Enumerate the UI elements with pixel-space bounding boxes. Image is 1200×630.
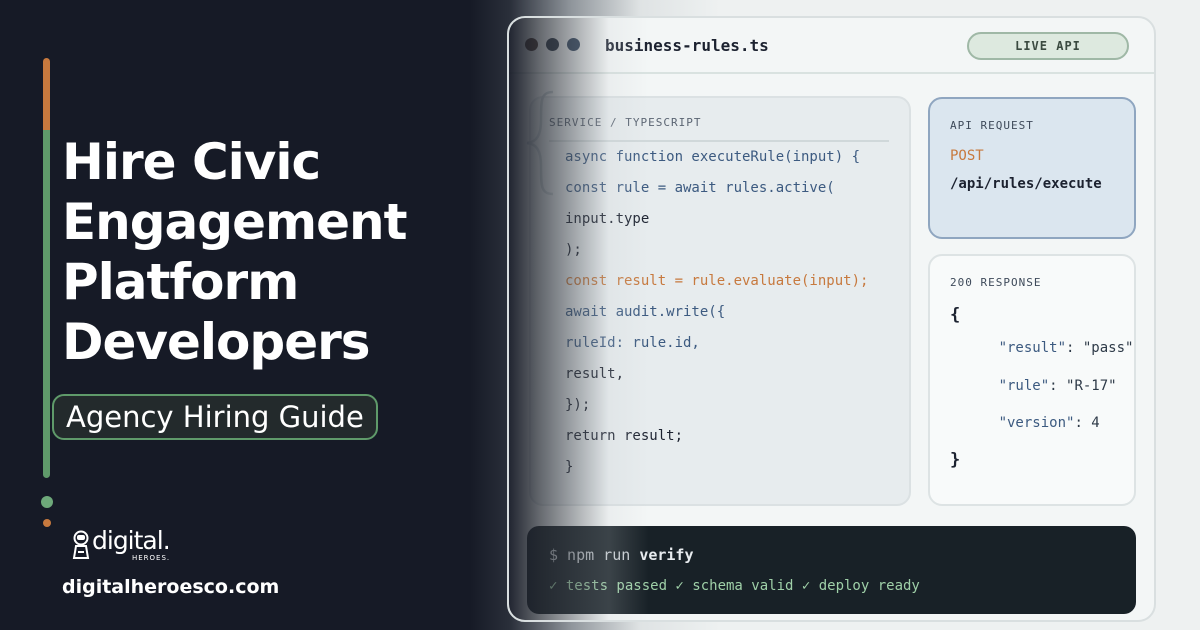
code-header-divider [549,140,889,142]
accent-bar-orange [43,58,50,130]
response-value: : "pass" [1066,340,1134,356]
http-method: POST [950,148,984,164]
response-key: "result" [998,340,1067,356]
terminal-prompt: $ npm run [549,546,640,564]
logo-subtext: HEROES. [132,554,171,562]
json-open-brace: { [950,305,961,325]
logo-wordmark: digital. [92,526,171,555]
accent-dot-green [41,496,53,508]
json-close-brace: } [950,450,961,470]
code-block: async function executeRule(input) { const… [565,146,868,487]
brace-decoration-icon [526,90,554,196]
terminal-panel[interactable]: $ npm run verify ✓ tests passed ✓ schema… [527,526,1136,614]
accent-dot-orange [43,519,51,527]
api-response-card: 200 RESPONSE { "result": "pass" "rule": … [928,254,1136,506]
response-key: "version" [998,415,1075,431]
hero-title: Hire Civic Engagement Platform Developer… [62,132,472,372]
code-line: const result = rule.evaluate(input); [565,273,869,289]
editor-window: business-rules.ts LIVE API SERVICE / TYP… [507,16,1156,622]
api-request-label: API REQUEST [950,119,1034,132]
guide-badge: Agency Hiring Guide [52,394,378,440]
code-line: return result; [565,428,684,444]
hero-title-line: Platform [62,253,299,311]
code-line: }); [565,397,591,413]
hero-title-line: Engagement [62,193,408,251]
terminal-output: ✓ tests passed ✓ schema valid ✓ deploy r… [549,578,920,594]
live-api-badge[interactable]: LIVE API [967,32,1129,60]
window-dot-icon[interactable] [546,38,559,51]
code-line: } [565,459,574,475]
window-dot-icon[interactable] [567,38,580,51]
response-value: : 4 [1074,415,1100,431]
accent-bar-green [43,130,50,478]
api-path: /api/rules/execute [950,176,1102,192]
editor-titlebar: business-rules.ts LIVE API [509,18,1154,74]
response-field: "version": 4 [948,399,1100,447]
site-url[interactable]: digitalheroesco.com [62,576,279,598]
code-line: input.type [565,211,650,227]
code-line: await audit.write({ [565,304,726,320]
code-line: ruleId: rule.id, [565,335,700,351]
api-request-card: API REQUEST POST /api/rules/execute [928,97,1136,239]
hero-title-line: Developers [62,313,371,371]
hero-title-line: Hire Civic [62,133,321,191]
terminal-command-name: verify [639,546,694,564]
response-value: : "R-17" [1049,378,1117,394]
code-line: async function executeRule(input) { [565,149,861,165]
astronaut-logo-icon [72,530,90,559]
brand-logo[interactable]: digital. HEROES. [70,526,210,570]
code-line: ); [565,242,582,258]
response-key: "rule" [998,378,1050,394]
code-line: result, [565,366,625,382]
window-dot-icon[interactable] [525,38,538,51]
terminal-command: $ npm run verify [549,546,694,564]
code-panel-header: SERVICE / TYPESCRIPT [549,116,702,129]
code-line: const rule = await rules.active( [565,180,835,196]
file-name: business-rules.ts [605,36,769,55]
api-response-label: 200 RESPONSE [950,276,1042,289]
